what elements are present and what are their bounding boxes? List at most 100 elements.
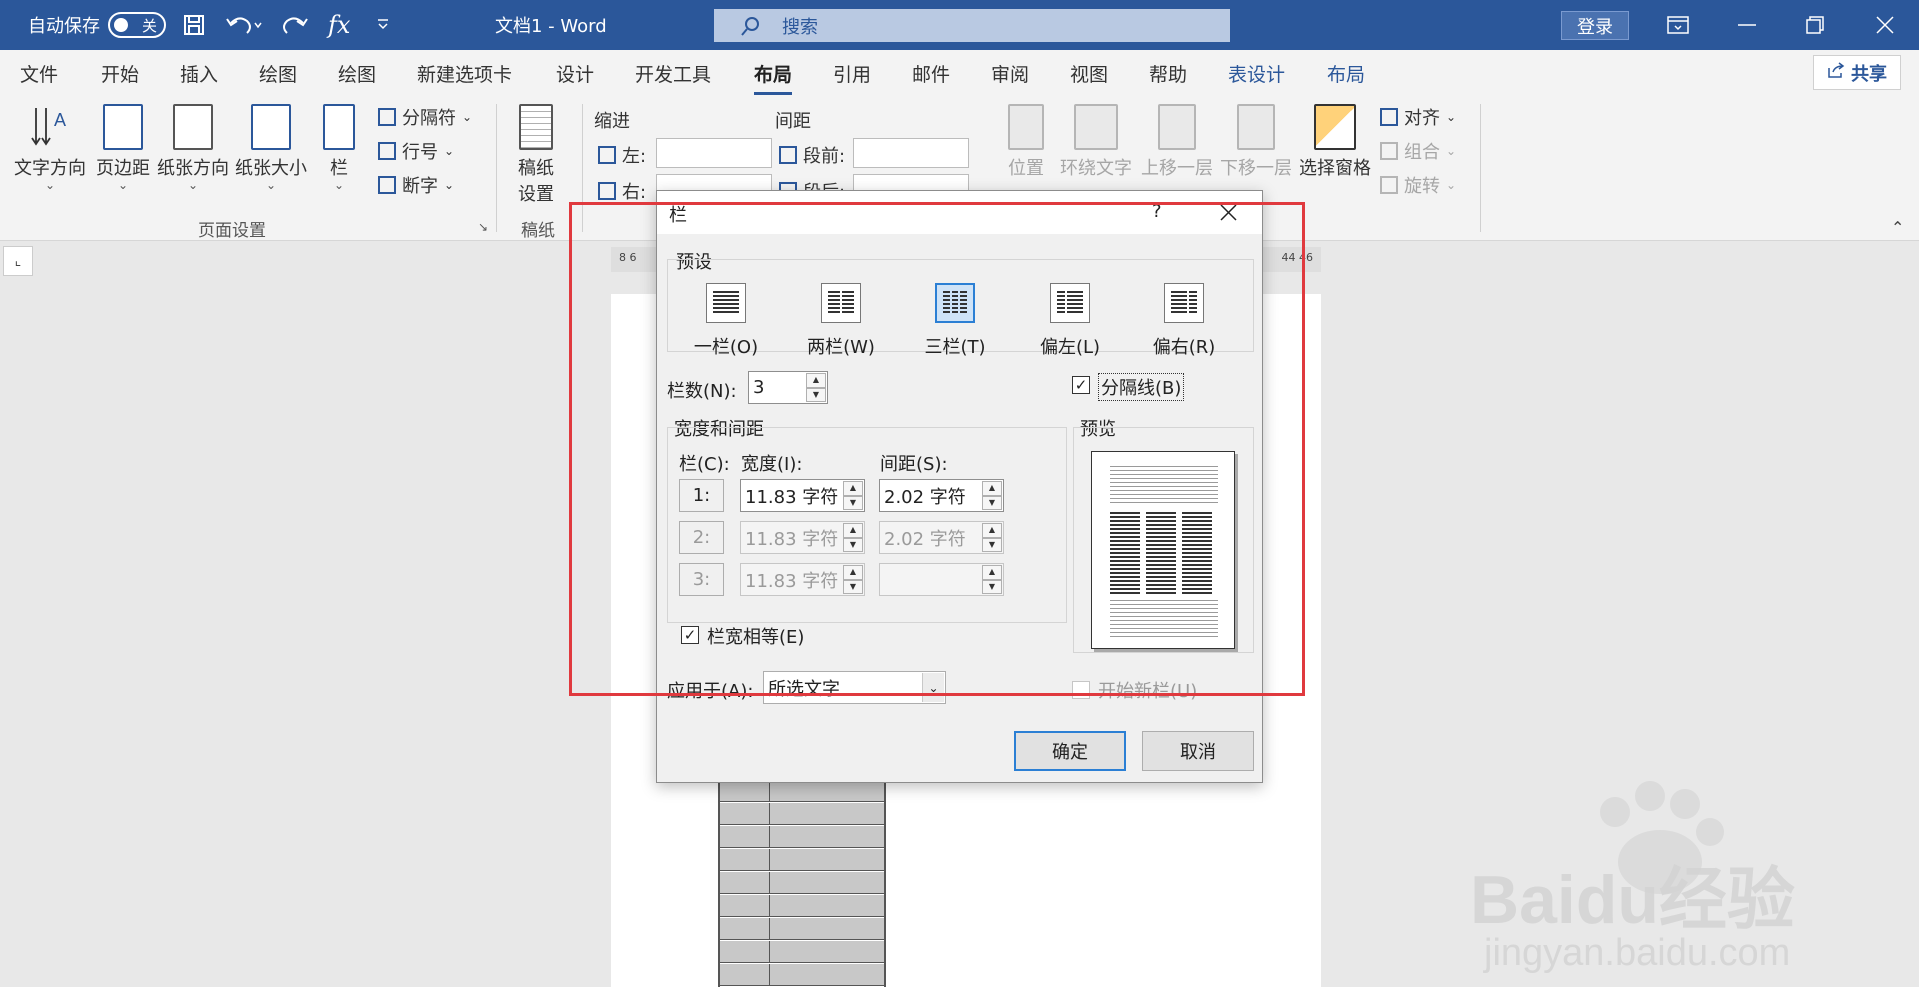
tab-view[interactable]: 视图 [1070, 60, 1108, 87]
tab-file[interactable]: 文件 [20, 60, 58, 87]
share-button[interactable]: 共享 [1813, 55, 1901, 90]
table-row[interactable] [720, 803, 884, 825]
save-icon[interactable] [182, 0, 206, 50]
tab-new-tab[interactable]: 新建选项卡 [417, 60, 512, 87]
tab-references[interactable]: 引用 [833, 60, 871, 87]
autosave-toggle-state[interactable]: 关 [108, 12, 166, 38]
customize-qat-icon[interactable] [376, 0, 390, 50]
hyphenation-button[interactable]: 断字 ⌄ [378, 172, 454, 198]
col-2-spacing-spinner[interactable]: ▲ ▼ [982, 523, 1002, 552]
line-numbers-button[interactable]: 行号 ⌄ [378, 138, 454, 164]
align-button[interactable]: 对齐 ⌄ [1380, 104, 1456, 130]
table-cell[interactable] [720, 964, 770, 986]
position-button[interactable]: 位置 [1008, 104, 1044, 180]
search-input[interactable]: 搜索 [714, 9, 1230, 42]
col-1-width-spinner[interactable]: ▲ ▼ [843, 481, 863, 510]
col-2-width-input[interactable]: 11.83 字符 ▲ ▼ [740, 521, 865, 554]
paper-size-button[interactable]: 纸张大小 ⌄ [235, 104, 307, 192]
bring-forward-button[interactable]: 上移一层 [1141, 104, 1213, 180]
spacing-before-text: 段前: [803, 146, 846, 167]
tab-draw[interactable]: 绘图 [259, 60, 297, 87]
preset-right[interactable]: 偏右(R) [1129, 283, 1239, 359]
table-row[interactable] [720, 918, 884, 940]
manuscript-settings-button[interactable]: 稿纸 设置 [518, 104, 554, 206]
chevron-down-icon[interactable]: ⌄ [922, 673, 944, 702]
col-3-width-input[interactable]: 11.83 字符 ▲ ▼ [740, 563, 865, 596]
table-row[interactable] [720, 780, 884, 802]
table-cell[interactable] [720, 941, 770, 963]
undo-icon[interactable] [225, 0, 263, 50]
formula-icon[interactable]: fx [328, 0, 350, 50]
col-1-spacing-input[interactable]: 2.02 字符 ▲ ▼ [879, 479, 1004, 512]
tab-layout[interactable]: 布局 [754, 60, 793, 95]
minimize-icon[interactable] [1737, 0, 1757, 50]
margins-button[interactable]: 页边距 ⌄ [96, 104, 150, 192]
table-cell[interactable] [720, 918, 770, 940]
equal-width-checkbox[interactable]: ✓ [681, 626, 699, 644]
table-cell[interactable] [720, 803, 770, 825]
tab-help[interactable]: 帮助 [1149, 60, 1187, 87]
line-between-checkbox[interactable]: ✓ [1072, 376, 1090, 394]
tab-design[interactable]: 设计 [556, 60, 594, 87]
start-new-column-checkbox[interactable] [1072, 681, 1090, 699]
table-row[interactable] [720, 872, 884, 894]
table-row[interactable] [720, 826, 884, 848]
autosave-toggle[interactable]: 关 [108, 0, 166, 50]
restore-icon[interactable] [1806, 0, 1824, 50]
num-columns-spinner[interactable]: ▲ ▼ [806, 373, 826, 402]
selection-pane-button[interactable]: 选择窗格 [1299, 104, 1371, 180]
table-cell[interactable] [720, 826, 770, 848]
col-3-spacing-input[interactable]: ▲ ▼ [879, 563, 1004, 596]
rotate-button[interactable]: 旋转 ⌄ [1380, 172, 1456, 198]
table-row[interactable] [720, 964, 884, 986]
col-1-width-input[interactable]: 11.83 字符 ▲ ▼ [740, 479, 865, 512]
preset-left[interactable]: 偏左(L) [1015, 283, 1125, 359]
tab-developer[interactable]: 开发工具 [635, 60, 711, 87]
document-table[interactable] [718, 780, 886, 987]
dialog-launcher-icon[interactable]: ↘ [478, 220, 492, 234]
send-backward-button[interactable]: 下移一层 [1220, 104, 1292, 180]
table-row[interactable] [720, 895, 884, 917]
preset-three[interactable]: 三栏(T) [900, 283, 1010, 359]
table-cell[interactable] [720, 849, 770, 871]
tab-draw-2[interactable]: 绘图 [338, 60, 376, 87]
collapse-ribbon-icon[interactable]: ⌃ [1891, 218, 1904, 237]
preset-two[interactable]: 两栏(W) [786, 283, 896, 359]
spacing-before-input[interactable] [853, 138, 969, 168]
tab-insert[interactable]: 插入 [180, 60, 218, 87]
preset-one[interactable]: 一栏(O) [671, 283, 781, 359]
table-row[interactable] [720, 849, 884, 871]
tab-table-design[interactable]: 表设计 [1228, 60, 1285, 87]
tab-stop-selector[interactable]: ⌞ [3, 246, 33, 276]
table-row[interactable] [720, 941, 884, 963]
text-direction-button[interactable]: A 文字方向 ⌄ [14, 104, 86, 192]
col-3-width-spinner[interactable]: ▲ ▼ [843, 565, 863, 594]
col-2-width-spinner[interactable]: ▲ ▼ [843, 523, 863, 552]
cancel-button[interactable]: 取消 [1142, 731, 1254, 771]
ok-button[interactable]: 确定 [1014, 731, 1126, 771]
close-icon[interactable] [1876, 0, 1894, 50]
col-1-spacing-spinner[interactable]: ▲ ▼ [982, 481, 1002, 510]
table-cell[interactable] [720, 895, 770, 917]
tab-home[interactable]: 开始 [101, 60, 139, 87]
group-button[interactable]: 组合 ⌄ [1380, 138, 1456, 164]
dialog-close-icon[interactable] [1220, 204, 1237, 226]
table-cell[interactable] [720, 872, 770, 894]
num-columns-input[interactable]: 3 ▲ ▼ [748, 371, 828, 404]
login-button[interactable]: 登录 [1561, 11, 1629, 40]
breaks-button[interactable]: 分隔符 ⌄ [378, 104, 472, 130]
ribbon-display-icon[interactable] [1667, 0, 1689, 50]
orientation-button[interactable]: 纸张方向 ⌄ [157, 104, 229, 192]
tab-review[interactable]: 审阅 [991, 60, 1029, 87]
indent-left-input[interactable] [656, 138, 772, 168]
col-3-spacing-spinner[interactable]: ▲ ▼ [982, 565, 1002, 594]
table-cell[interactable] [720, 780, 770, 802]
columns-button[interactable]: 栏 ⌄ [323, 104, 355, 192]
col-2-spacing-input[interactable]: 2.02 字符 ▲ ▼ [879, 521, 1004, 554]
wrap-text-button[interactable]: 环绕文字 [1060, 104, 1132, 180]
tab-mailings[interactable]: 邮件 [912, 60, 950, 87]
help-button[interactable]: ? [1152, 201, 1162, 222]
redo-icon[interactable] [283, 0, 309, 50]
apply-to-select[interactable]: 所选文字 ⌄ [763, 671, 946, 704]
tab-table-layout[interactable]: 布局 [1327, 60, 1365, 87]
